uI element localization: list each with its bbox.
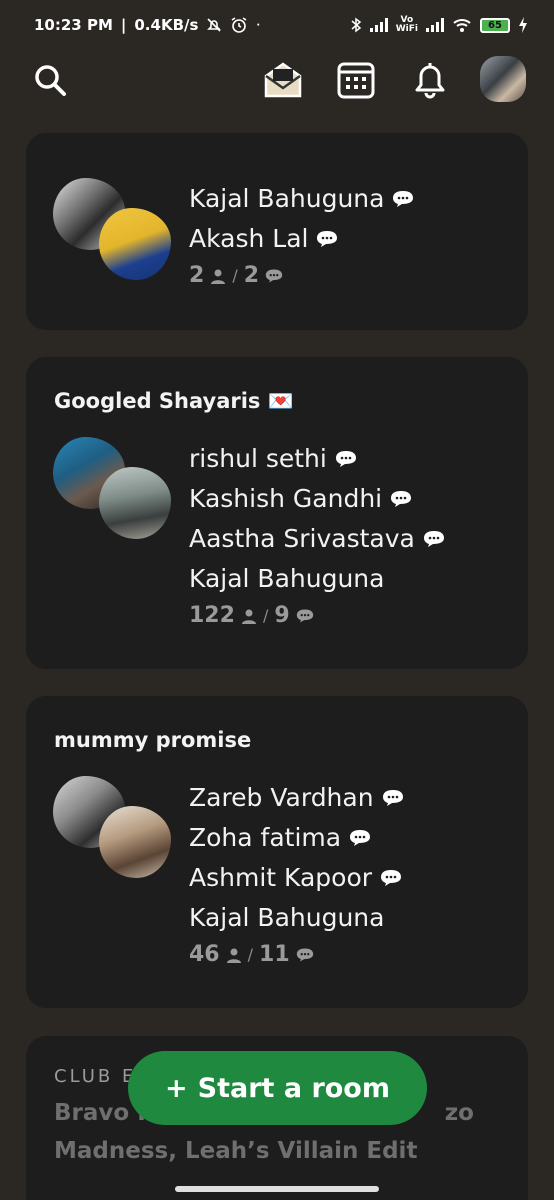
top-bar	[0, 52, 554, 110]
speaker-name: Kajal Bahuguna	[189, 903, 385, 932]
listener-count: 122	[189, 603, 235, 628]
speaker-name: Kajal Bahuguna	[189, 564, 385, 593]
speech-bubble-icon	[393, 191, 414, 207]
speech-bubble-icon	[350, 830, 371, 846]
vowifi-icon: Vo WiFi	[395, 15, 418, 34]
calendar-icon	[337, 62, 375, 99]
room-card[interactable]: mummy promise Zareb Vardhan Zoha fatima …	[26, 696, 528, 1008]
speaker-count: 2	[243, 263, 260, 288]
room-counts: 122 / 9	[189, 603, 445, 628]
listener-count: 2	[189, 263, 205, 288]
room-avatars	[53, 776, 177, 884]
notifications-button[interactable]	[408, 58, 452, 102]
speaker-list: Zareb Vardhan Zoha fatima Ashmit Kapoor …	[189, 778, 404, 967]
profile-avatar[interactable]	[480, 56, 526, 102]
home-indicator[interactable]	[175, 1186, 379, 1192]
calendar-button[interactable]	[334, 58, 378, 102]
search-icon	[35, 65, 66, 96]
speaker-count: 9	[274, 603, 290, 628]
cell-signal-icon-2	[426, 18, 444, 32]
speaker-count: 11	[259, 942, 290, 967]
network-speed: 0.4KB/s	[134, 16, 199, 34]
room-avatars	[53, 178, 177, 286]
mute-alarm-icon	[207, 18, 222, 32]
speaker-name: Aastha Srivastava	[189, 519, 445, 559]
start-room-label: Start a room	[197, 1072, 390, 1104]
battery-icon: 65	[480, 17, 510, 33]
invites-button[interactable]	[261, 58, 305, 102]
speaker-name: Zareb Vardhan	[189, 778, 404, 818]
room-counts: 2 / 2	[189, 263, 414, 288]
room-title: Googled Shayaris 💌	[54, 389, 294, 413]
room-title: mummy promise	[54, 728, 252, 752]
speech-bubble-icon	[317, 231, 338, 247]
mail-icon	[264, 62, 302, 98]
charging-icon	[519, 17, 527, 33]
search-button[interactable]	[28, 58, 72, 102]
bell-icon	[415, 63, 445, 99]
plus-icon: +	[165, 1072, 188, 1104]
room-counts: 46 / 11	[189, 942, 404, 967]
speaker-name: Zoha fatima	[189, 818, 404, 858]
bluetooth-icon	[351, 17, 361, 33]
alarm-icon	[231, 17, 247, 33]
speaker-name: Ashmit Kapoor	[189, 858, 404, 898]
chat-icon	[296, 608, 313, 623]
person-icon	[211, 269, 226, 284]
speech-bubble-icon	[335, 451, 356, 467]
chat-icon	[296, 947, 313, 962]
chat-icon	[265, 268, 283, 283]
room-avatars	[53, 437, 177, 545]
speaker-list: rishul sethi Kashish Gandhi Aastha Sriva…	[189, 439, 445, 628]
avatar	[99, 467, 171, 539]
speech-bubble-icon	[382, 790, 403, 806]
person-icon	[241, 609, 256, 624]
speaker-name: rishul sethi	[189, 439, 445, 479]
speech-bubble-icon	[381, 870, 402, 886]
speaker-name: Kashish Gandhi	[189, 479, 445, 519]
speech-bubble-icon	[423, 531, 444, 547]
room-card[interactable]: Kajal Bahuguna Akash Lal 2 / 2	[26, 133, 528, 330]
wifi-icon	[453, 19, 471, 32]
status-time: 10:23 PM	[34, 16, 113, 34]
speaker-name: Kajal Bahuguna	[189, 179, 414, 219]
status-bar: 10:23 PM | 0.4KB/s · Vo WiFi 65	[0, 0, 554, 50]
room-card[interactable]: Googled Shayaris 💌 rishul sethi Kashish …	[26, 357, 528, 669]
speaker-name: Akash Lal	[189, 219, 414, 259]
cell-signal-icon	[369, 18, 388, 32]
person-icon	[226, 948, 241, 963]
listener-count: 46	[189, 942, 220, 967]
club-label: CLUB E	[54, 1066, 137, 1087]
speech-bubble-icon	[391, 491, 412, 507]
speaker-list: Kajal Bahuguna Akash Lal 2 / 2	[189, 179, 414, 288]
start-room-button[interactable]: + Start a room	[128, 1051, 427, 1125]
avatar	[99, 806, 171, 878]
avatar	[99, 208, 171, 280]
